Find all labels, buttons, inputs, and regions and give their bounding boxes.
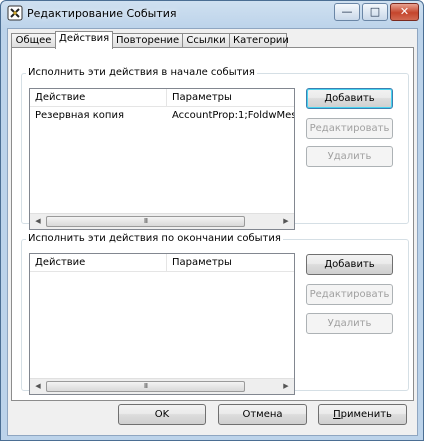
- maximize-icon: □: [369, 5, 381, 18]
- close-button[interactable]: ✕: [390, 3, 419, 21]
- ok-button[interactable]: OK: [118, 404, 206, 425]
- window-title: Редактирование События: [27, 7, 177, 20]
- list-header: Действие Параметры: [30, 254, 294, 272]
- start-group-title: Исполнить эти действия в начале события: [26, 67, 257, 78]
- list-item[interactable]: Резервная копия AccountProp:1;FoldwMess: [30, 108, 294, 123]
- tab-recurrence[interactable]: Повторение: [112, 33, 183, 48]
- start-edit-button[interactable]: Редактировать: [306, 118, 393, 139]
- event-app-icon: [7, 5, 23, 21]
- scroll-left-icon[interactable]: ◀: [30, 214, 46, 229]
- scroll-thumb[interactable]: III: [46, 216, 245, 227]
- apply-label: рименить: [340, 409, 392, 420]
- start-add-button[interactable]: Добавить: [306, 88, 393, 109]
- close-icon: ✕: [399, 5, 410, 18]
- list-header: Действие Параметры: [30, 89, 294, 107]
- column-header-params[interactable]: Параметры: [172, 92, 232, 103]
- start-delete-button[interactable]: Удалить: [306, 146, 393, 167]
- horizontal-scrollbar[interactable]: ◀ III ▶: [30, 213, 294, 229]
- scroll-right-icon[interactable]: ▶: [278, 379, 294, 394]
- minimize-icon: —: [341, 5, 353, 18]
- title-bar[interactable]: Редактирование События — □ ✕: [1, 1, 423, 27]
- horizontal-scrollbar[interactable]: ◀ III ▶: [30, 378, 294, 394]
- end-group-title: Исполнить эти действия по окончании собы…: [26, 233, 283, 244]
- edit-event-window: Редактирование События — □ ✕ Общее Дейст…: [0, 0, 424, 441]
- scroll-right-icon[interactable]: ▶: [278, 214, 294, 229]
- scroll-left-icon[interactable]: ◀: [30, 379, 46, 394]
- end-edit-button[interactable]: Редактировать: [306, 284, 393, 305]
- column-divider[interactable]: [166, 254, 167, 272]
- dialog-client-area: Общее Действия Повторение Ссылки Категор…: [7, 28, 418, 436]
- cancel-button[interactable]: Отмена: [218, 404, 307, 425]
- tab-categories[interactable]: Категории: [229, 33, 289, 48]
- column-header-params[interactable]: Параметры: [172, 257, 232, 268]
- params-cell: AccountProp:1;FoldwMess: [172, 110, 294, 121]
- scroll-thumb[interactable]: III: [46, 381, 245, 392]
- actions-tab-panel: Исполнить эти действия в начале события …: [11, 47, 414, 401]
- column-divider[interactable]: [166, 89, 167, 107]
- column-header-action[interactable]: Действие: [35, 92, 85, 103]
- maximize-button[interactable]: □: [362, 3, 388, 21]
- action-cell: Резервная копия: [35, 110, 124, 121]
- apply-mnemonic: П: [333, 409, 341, 420]
- end-delete-button[interactable]: Удалить: [306, 313, 393, 334]
- apply-button[interactable]: Применить: [318, 404, 407, 425]
- tab-actions[interactable]: Действия: [55, 31, 113, 49]
- tab-general[interactable]: Общее: [11, 33, 56, 48]
- column-header-action[interactable]: Действие: [35, 257, 85, 268]
- start-actions-list[interactable]: Действие Параметры Резервная копия Accou…: [29, 88, 295, 230]
- end-actions-list[interactable]: Действие Параметры ◀ III ▶: [29, 253, 295, 395]
- tab-links[interactable]: Ссылки: [182, 33, 230, 48]
- end-add-button[interactable]: Добавить: [306, 254, 393, 275]
- minimize-button[interactable]: —: [334, 3, 360, 21]
